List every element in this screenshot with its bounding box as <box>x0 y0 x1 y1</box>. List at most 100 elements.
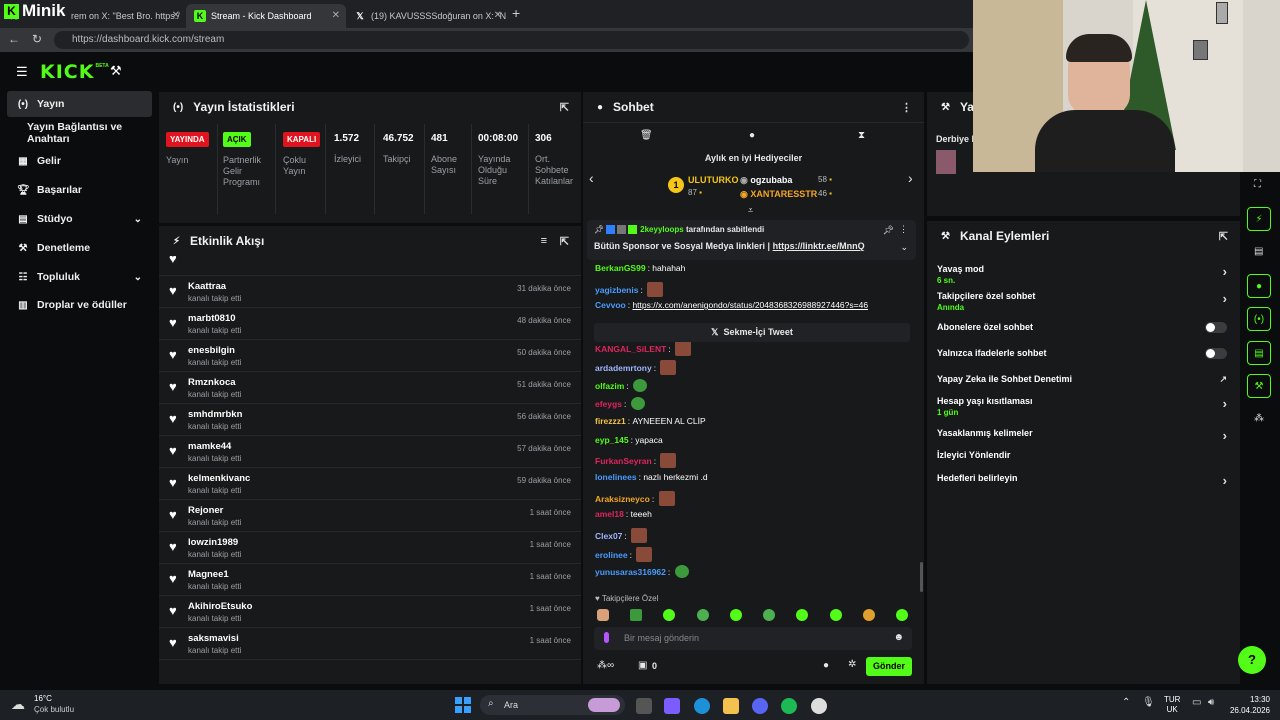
emote-icon[interactable] <box>630 609 642 621</box>
emoji-icon[interactable]: ☻ <box>893 632 904 643</box>
emote-icon[interactable] <box>697 609 709 621</box>
follower-name[interactable]: smhdmrbkn <box>188 409 242 420</box>
follower-name[interactable]: lowzin1989 <box>188 537 238 548</box>
chevron-up-icon[interactable]: ⌃ <box>1122 697 1130 708</box>
follower-name[interactable]: Magnee1 <box>188 569 229 580</box>
action-account-age[interactable]: Hesap yaşı kısıtlaması 1 gün › <box>937 396 1227 417</box>
collapse-icon[interactable]: ⩡ <box>748 205 753 216</box>
points-icon[interactable]: ⁂∞ <box>597 660 614 671</box>
action-slow-mode[interactable]: Yavaş mod 6 sn. › <box>937 264 1227 285</box>
gifter-name[interactable]: ◉ XANTARESSTR <box>740 189 817 200</box>
chat-username[interactable]: Araksizneyco <box>595 494 650 504</box>
popout-icon[interactable]: ⇱ <box>1219 230 1228 243</box>
chat-username[interactable]: ardademrtony <box>595 363 652 373</box>
copilot-icon[interactable] <box>664 698 680 714</box>
follower-name[interactable]: mamke44 <box>188 441 231 452</box>
community-icon[interactable]: ⁂ <box>1254 413 1264 424</box>
hammer-icon[interactable]: ⚒ <box>1247 374 1271 398</box>
language-indicator[interactable]: TUR UK <box>1164 695 1180 715</box>
url-field[interactable]: https://dashboard.kick.com/stream <box>54 31 969 49</box>
emote-icon[interactable] <box>597 609 609 621</box>
popout-icon[interactable]: ⇱ <box>560 101 569 114</box>
back-arrow-icon[interactable]: ← <box>8 32 20 46</box>
action-followers-only[interactable]: Takipçilere özel sohbet Anında › <box>937 291 1227 312</box>
unpin-icon[interactable]: 📌︎ <box>883 225 894 236</box>
chat-bubble-icon[interactable]: ● <box>749 130 755 141</box>
menu-icon[interactable]: ☰ <box>16 64 28 80</box>
browser-tab-active[interactable]: K Stream - Kick Dashboard ✕ <box>186 4 346 28</box>
sidebar-item-topluluk[interactable]: ☷ Topluluk ⌄ <box>7 264 152 290</box>
chat-username[interactable]: BerkanGS99 <box>595 263 646 273</box>
action-banned-words[interactable]: Yasaklanmış kelimeler › <box>937 428 1227 443</box>
chevron-right-icon[interactable]: › <box>908 170 913 186</box>
gifter-name[interactable]: ◉ ogzubaba <box>740 175 792 186</box>
follower-name[interactable]: enesbilgin <box>188 345 235 356</box>
reload-icon[interactable]: ↻ <box>32 32 42 46</box>
chat-link[interactable]: https://x.com/anenigondo/status/20483683… <box>632 300 868 310</box>
chat-username[interactable]: olfazim <box>595 381 624 391</box>
chat-username[interactable]: Cevvoo <box>595 300 626 310</box>
edge-icon[interactable] <box>694 698 710 714</box>
chevron-left-icon[interactable]: ‹ <box>589 170 594 186</box>
volume-icon[interactable]: 🔊︎ <box>1208 697 1214 708</box>
browser-tab[interactable]: 𝕏 (19) KAVUSSSSdoğuran on X: "N ✕ <box>346 4 508 28</box>
network-icon[interactable]: ▭ <box>1192 697 1201 708</box>
discord-icon[interactable] <box>752 698 768 714</box>
emote-icon[interactable] <box>896 609 908 621</box>
chat-messages[interactable]: BerkanGS99: hahahah yagizbenis: Cevvoo: h… <box>583 260 924 600</box>
send-button[interactable]: Gönder <box>866 657 912 676</box>
taskbar-search[interactable]: ⌕ Ara <box>480 695 625 715</box>
fullscreen-icon[interactable]: ⛶ <box>1254 179 1261 190</box>
broadcast-icon[interactable]: (•) <box>1247 307 1271 331</box>
sidebar-item-gelir[interactable]: ▦ Gelir <box>7 148 152 174</box>
follower-name[interactable]: Rejoner <box>188 505 223 516</box>
mic-icon[interactable]: 🎙︎ <box>1142 697 1155 708</box>
hammer-icon[interactable]: ⚒ <box>110 63 122 79</box>
follower-name[interactable]: kelmenkivanc <box>188 473 250 484</box>
emote-icon[interactable] <box>663 609 675 621</box>
spotify-icon[interactable] <box>781 698 797 714</box>
chrome-icon[interactable] <box>811 698 827 714</box>
more-menu-icon[interactable]: ⋮ <box>899 224 908 235</box>
follower-name[interactable]: marbt0810 <box>188 313 236 324</box>
chat-bubble-icon[interactable]: ● <box>823 660 829 671</box>
action-raid[interactable]: İzleyici Yönlendir <box>937 450 1227 460</box>
filter-icon[interactable]: ≡ <box>541 235 547 247</box>
trash-icon[interactable]: 🗑︎ <box>640 130 653 141</box>
sidebar-item-studyo[interactable]: ▤ Stüdyo ⌄ <box>7 206 152 232</box>
sidebar-item-droplar[interactable]: ▥ Droplar ve ödüller <box>7 292 152 318</box>
mic-icon[interactable] <box>604 632 609 643</box>
folder-icon[interactable] <box>723 698 739 714</box>
activity-list[interactable]: ♥ … ♥ Kaattraa kanalı takip etti 31 dakika … <box>159 256 581 684</box>
follower-name[interactable]: Rmznkoca <box>188 377 236 388</box>
chat-username[interactable]: erolinee <box>595 550 628 560</box>
new-tab-button[interactable]: + <box>512 5 520 21</box>
emote-icon[interactable] <box>796 609 808 621</box>
chat-username[interactable]: firezzz1 <box>595 416 626 426</box>
chat-input[interactable]: Bir mesaj gönderin ☻ <box>594 627 912 650</box>
chat-username[interactable]: Clex07 <box>595 531 622 541</box>
sidebar-item-denetleme[interactable]: ⚒ Denetleme <box>7 235 152 261</box>
chat-username[interactable]: amel18 <box>595 509 624 519</box>
scrollbar[interactable] <box>920 562 923 592</box>
chat-username[interactable]: yunusaras316962 <box>595 567 666 577</box>
gifter-name[interactable]: ULUTURKO <box>688 175 739 185</box>
help-button[interactable]: ? <box>1238 646 1266 674</box>
bolt-icon[interactable]: ⚡︎ <box>1247 207 1271 231</box>
close-tab-icon[interactable]: ✕ <box>172 10 180 21</box>
emote-icon[interactable] <box>763 609 775 621</box>
pinned-link[interactable]: https://linktr.ee/MnnQ <box>773 241 865 251</box>
follower-name[interactable]: AkihiroEtsuko <box>188 601 252 612</box>
emote-icon[interactable] <box>730 609 742 621</box>
settings-icon[interactable]: ✲ <box>848 659 856 670</box>
more-menu-icon[interactable]: ⋮ <box>901 101 912 114</box>
stats-icon[interactable]: ▤ <box>1254 246 1263 257</box>
clock[interactable]: 13:30 26.04.2026 <box>1228 694 1270 716</box>
chat-username[interactable]: FurkanSeyran <box>595 456 652 466</box>
close-tab-icon[interactable]: ✕ <box>332 10 340 21</box>
chevron-down-icon[interactable]: ⌄ <box>900 242 908 253</box>
tweet-button[interactable]: 𝕏 Sekme-İçi Tweet <box>594 323 910 342</box>
emote-icon[interactable] <box>830 609 842 621</box>
panel-icon[interactable]: ▤ <box>1247 341 1271 365</box>
action-ai-moderation[interactable]: Yapay Zeka ile Sohbet Denetimi ↗ <box>937 374 1227 384</box>
